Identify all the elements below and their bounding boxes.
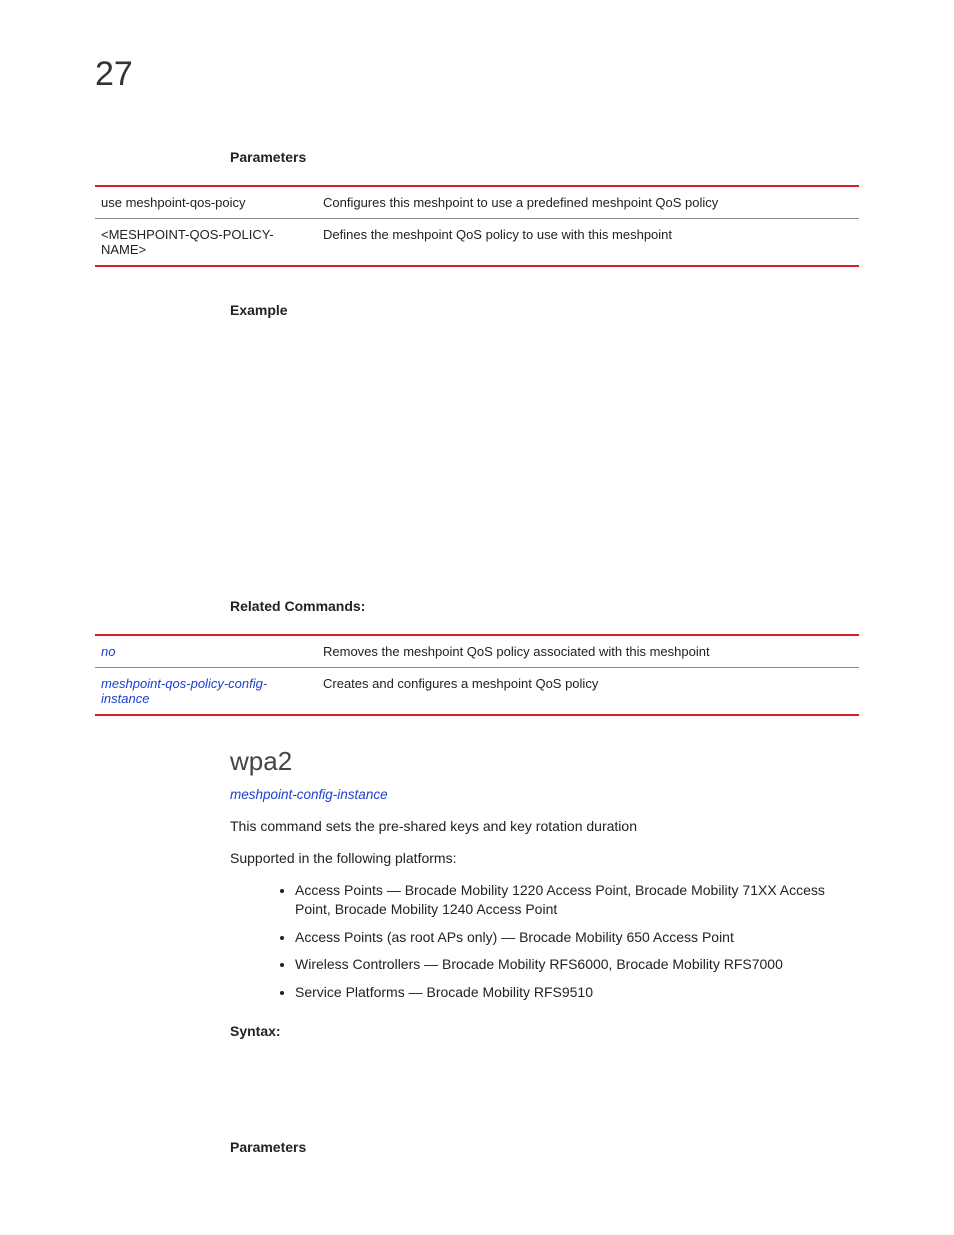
param-desc: Configures this meshpoint to use a prede… xyxy=(317,186,859,219)
list-item: Wireless Controllers — Brocade Mobility … xyxy=(295,955,859,975)
related-link[interactable]: meshpoint-qos-policy-config-instance xyxy=(95,668,317,716)
table-row: use meshpoint-qos-poicy Configures this … xyxy=(95,186,859,219)
parameters-table: use meshpoint-qos-poicy Configures this … xyxy=(95,185,859,267)
table-row: <MESHPOINT-QOS-POLICY-NAME> Defines the … xyxy=(95,219,859,267)
table-row: meshpoint-qos-policy-config-instance Cre… xyxy=(95,668,859,716)
related-link[interactable]: no xyxy=(95,635,317,668)
related-commands-heading: Related Commands: xyxy=(230,598,859,614)
syntax-block xyxy=(230,1059,859,1139)
parameters-heading-2: Parameters xyxy=(230,1139,859,1155)
param-name: <MESHPOINT-QOS-POLICY-NAME> xyxy=(95,219,317,267)
platforms-list: Access Points — Brocade Mobility 1220 Ac… xyxy=(230,881,859,1003)
param-name: use meshpoint-qos-poicy xyxy=(95,186,317,219)
command-title: wpa2 xyxy=(230,746,859,777)
config-instance-link[interactable]: meshpoint-config-instance xyxy=(230,787,859,802)
list-item: Access Points — Brocade Mobility 1220 Ac… xyxy=(295,881,859,920)
related-desc: Removes the meshpoint QoS policy associa… xyxy=(317,635,859,668)
list-item: Access Points (as root APs only) — Broca… xyxy=(295,928,859,948)
related-desc: Creates and configures a meshpoint QoS p… xyxy=(317,668,859,716)
table-row: no Removes the meshpoint QoS policy asso… xyxy=(95,635,859,668)
chapter-number: 27 xyxy=(95,55,859,94)
example-heading: Example xyxy=(230,302,859,318)
example-block xyxy=(230,338,859,598)
related-commands-table: no Removes the meshpoint QoS policy asso… xyxy=(95,634,859,716)
supported-platforms-intro: Supported in the following platforms: xyxy=(230,848,859,868)
syntax-heading: Syntax: xyxy=(230,1023,859,1039)
list-item: Service Platforms — Brocade Mobility RFS… xyxy=(295,983,859,1003)
command-description: This command sets the pre-shared keys an… xyxy=(230,816,859,836)
parameters-heading: Parameters xyxy=(230,149,859,165)
param-desc: Defines the meshpoint QoS policy to use … xyxy=(317,219,859,267)
